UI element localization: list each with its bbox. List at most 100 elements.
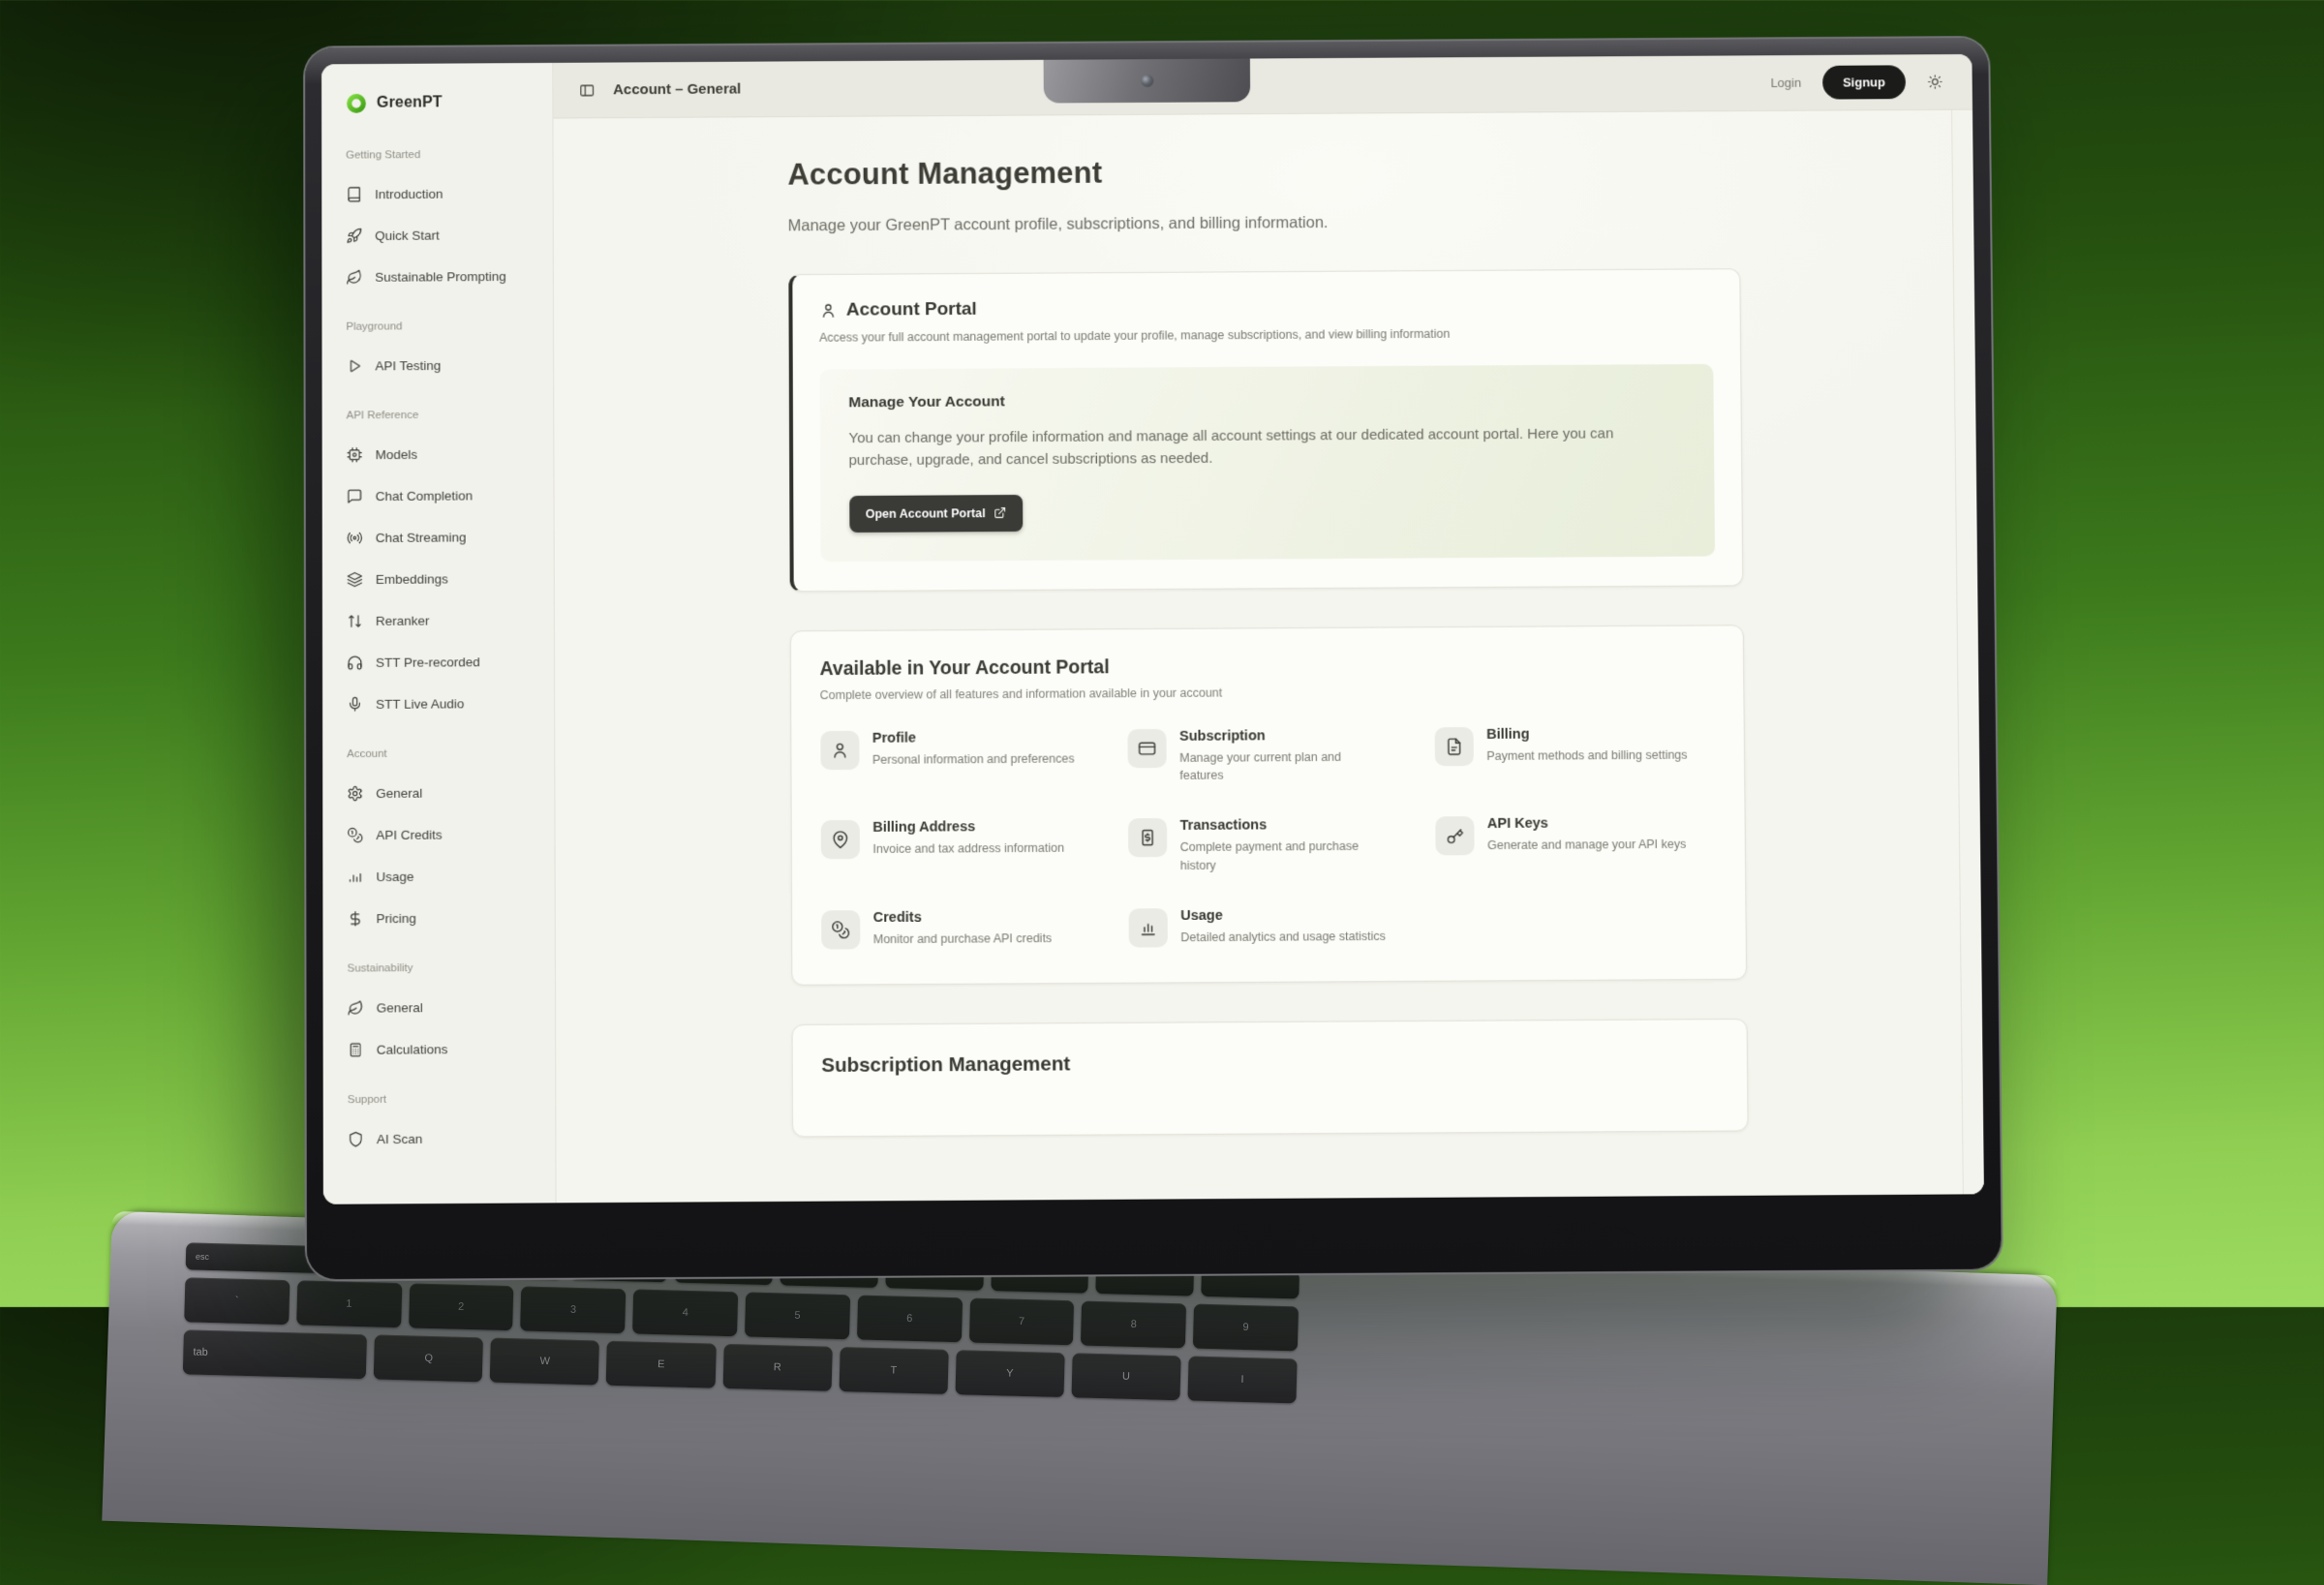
sidebar-item-stt-pre-recorded[interactable]: STT Pre-recorded — [347, 654, 540, 671]
microphone-icon — [347, 696, 363, 713]
feature-icon-tile — [820, 730, 859, 769]
login-button[interactable]: Login — [1770, 76, 1801, 90]
account-portal-description: Access your full account management port… — [819, 325, 1712, 345]
signup-button[interactable]: Signup — [1822, 65, 1906, 99]
sidebar-item-ai-scan[interactable]: AI Scan — [348, 1130, 542, 1147]
coins-icon — [831, 920, 850, 939]
sidebar-item-label: Reranker — [376, 614, 430, 628]
manage-account-title: Manage Your Account — [848, 389, 1684, 411]
chat-icon — [347, 488, 363, 504]
webcam-icon — [1141, 75, 1153, 87]
sidebar-section-label: Account — [347, 747, 540, 760]
map-pin-icon — [830, 830, 849, 849]
chip-icon — [347, 446, 363, 463]
sidebar-item-label: Calculations — [377, 1042, 448, 1057]
sidebar-item-label: STT Pre-recorded — [376, 655, 480, 670]
sidebar-item-pricing[interactable]: Pricing — [347, 909, 540, 927]
keyboard-key-3: 3 — [520, 1286, 626, 1333]
sidebar-section-label: Sustainability — [348, 961, 541, 974]
bar-chart-icon — [347, 869, 363, 885]
feature-description: Invoice and tax address information — [872, 839, 1064, 859]
sidebar-section-label: Getting Started — [346, 148, 538, 161]
content-area: Account Management Manage your GreenPT a… — [553, 110, 1984, 1204]
feature-title: Transactions — [1180, 817, 1389, 834]
manage-account-body: You can change your profile information … — [848, 422, 1661, 472]
manage-account-panel: Manage Your Account You can change your … — [819, 364, 1714, 562]
sidebar-item-label: Sustainable Prompting — [375, 269, 506, 285]
keyboard-key-y: Y — [955, 1350, 1064, 1397]
open-account-portal-button[interactable]: Open Account Portal — [849, 494, 1024, 532]
feature-icon-tile — [1434, 726, 1473, 765]
screen: GreenPT Getting Started Introduction Quick… — [321, 54, 1984, 1204]
logo[interactable]: GreenPT — [346, 92, 538, 114]
feature-title: Profile — [872, 729, 1075, 746]
sidebar-item-embeddings[interactable]: Embeddings — [347, 570, 540, 588]
theme-toggle-sun-icon[interactable] — [1927, 74, 1943, 90]
keyboard-key-r: R — [722, 1344, 832, 1391]
sidebar-section-label: Support — [348, 1093, 542, 1106]
feature-icon-tile — [1127, 818, 1166, 857]
leaf-icon — [348, 1000, 364, 1017]
feature-credits: CreditsMonitor and purchase API credits — [821, 908, 1102, 949]
sidebar-item-label: Models — [376, 447, 418, 462]
external-link-icon — [994, 506, 1007, 519]
topbar-actions: Login Signup — [1770, 65, 1943, 100]
key-icon — [1445, 826, 1464, 845]
open-account-portal-label: Open Account Portal — [866, 506, 986, 521]
keyboard-key-e: E — [606, 1341, 716, 1388]
keyboard-key-9: 9 — [1193, 1304, 1299, 1352]
sidebar-item-api-testing[interactable]: API Testing — [346, 356, 539, 374]
sidebar-item-label: Embeddings — [376, 571, 448, 586]
logo-text: GreenPT — [377, 94, 443, 111]
feature-description: Generate and manage your API keys — [1487, 836, 1686, 855]
scrollbar[interactable] — [1951, 110, 1984, 1195]
keyboard-key-w: W — [490, 1338, 599, 1386]
sidebar-item-label: General — [376, 786, 422, 801]
person-icon — [830, 740, 849, 759]
sidebar-item-sustainable-prompting[interactable]: Sustainable Prompting — [346, 268, 539, 286]
feature-title: Subscription — [1179, 727, 1388, 744]
feature-description: Detailed analytics and usage statistics — [1180, 927, 1386, 946]
keyboard-key-: ` — [184, 1277, 290, 1325]
sidebar-item-reranker[interactable]: Reranker — [347, 612, 540, 629]
headphones-icon — [347, 655, 363, 671]
sidebar-item-models[interactable]: Models — [347, 445, 540, 463]
laptop-notch — [1044, 59, 1251, 104]
keyboard-key-t: T — [839, 1347, 948, 1394]
features-card-subtitle: Complete overview of all features and in… — [820, 683, 1714, 702]
feature-description: Manage your current plan and features — [1179, 747, 1388, 785]
sidebar-toggle-icon[interactable] — [578, 81, 596, 99]
feature-icon-tile — [820, 820, 859, 859]
sidebar-item-chat-streaming[interactable]: Chat Streaming — [347, 529, 540, 546]
features-card-title: Available in Your Account Portal — [820, 653, 1714, 681]
sidebar-item-quick-start[interactable]: Quick Start — [346, 227, 539, 244]
sidebar-item-general[interactable]: General — [348, 998, 541, 1016]
sidebar-item-general[interactable]: General — [347, 784, 540, 802]
play-icon — [346, 358, 362, 375]
leaf-icon — [346, 269, 362, 286]
keyboard-key-8: 8 — [1081, 1301, 1186, 1349]
sidebar-item-api-credits[interactable]: API Credits — [347, 826, 540, 843]
sidebar-item-introduction[interactable]: Introduction — [346, 185, 539, 202]
sidebar-item-label: General — [377, 1000, 423, 1015]
keyboard-key-i: I — [1187, 1356, 1297, 1403]
feature-billing: BillingPayment methods and billing setti… — [1434, 725, 1715, 783]
feature-profile: Profile Personal information and preferen… — [820, 729, 1100, 787]
page-subtitle: Manage your GreenPT account profile, sub… — [788, 211, 1740, 235]
dollar-icon — [347, 910, 363, 927]
sidebar-item-calculations[interactable]: Calculations — [348, 1041, 541, 1058]
sidebar-item-stt-live-audio[interactable]: STT Live Audio — [347, 695, 540, 713]
keyboard-key-6: 6 — [857, 1295, 963, 1343]
rocket-icon — [346, 228, 362, 244]
sidebar-item-chat-completion[interactable]: Chat Completion — [347, 487, 540, 504]
feature-description: Payment methods and billing settings — [1486, 746, 1687, 765]
feature-description: Personal information and preferences — [872, 749, 1075, 769]
page-breadcrumb: Account – General — [613, 81, 741, 99]
sidebar-item-label: AI Scan — [377, 1132, 422, 1146]
feature-usage: UsageDetailed analytics and usage statis… — [1128, 906, 1409, 947]
sidebar-item-label: Chat Streaming — [376, 530, 467, 545]
sidebar-section-playground: PlaygroundAPI Testing — [346, 320, 539, 375]
page-title: Account Management — [787, 152, 1739, 193]
feature-api-keys: API KeysGenerate and manage your API key… — [1435, 815, 1716, 873]
sidebar-item-usage[interactable]: Usage — [347, 868, 540, 885]
